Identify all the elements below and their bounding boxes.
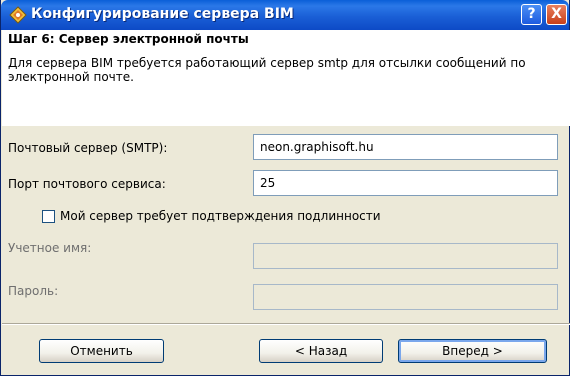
help-button[interactable]: ?: [521, 4, 542, 25]
cancel-button[interactable]: Отменить: [39, 339, 164, 363]
password-input: [253, 284, 558, 310]
auth-required-label[interactable]: Мой сервер требует подтверждения подлинн…: [60, 209, 381, 223]
step-title: Шаг 6: Сервер электронной почты: [8, 32, 249, 46]
app-icon: [9, 6, 27, 24]
footer-separator: [2, 323, 570, 325]
step-description: Для сервера BIM требуется работающий сер…: [8, 56, 526, 84]
account-name-label: Учетное имя:: [8, 241, 92, 255]
back-button[interactable]: < Назад: [259, 339, 383, 363]
window-title: Конфигурирование сервера BIM: [31, 6, 294, 22]
wizard-window: Конфигурирование сервера BIM ? X Шаг 6: …: [0, 0, 570, 376]
mail-port-label: Порт почтового сервиса:: [8, 177, 166, 191]
title-bar[interactable]: Конфигурирование сервера BIM ? X: [1, 0, 569, 30]
next-button[interactable]: Вперед >: [398, 339, 547, 363]
mail-port-input[interactable]: 25: [253, 170, 558, 196]
smtp-server-label: Почтовый сервер (SMTP):: [8, 141, 168, 155]
auth-required-checkbox[interactable]: [42, 210, 55, 223]
account-name-input: [253, 243, 558, 269]
close-button[interactable]: X: [546, 4, 567, 25]
password-label: Пароль:: [8, 284, 59, 298]
smtp-server-input[interactable]: neon.graphisoft.hu: [253, 134, 558, 160]
